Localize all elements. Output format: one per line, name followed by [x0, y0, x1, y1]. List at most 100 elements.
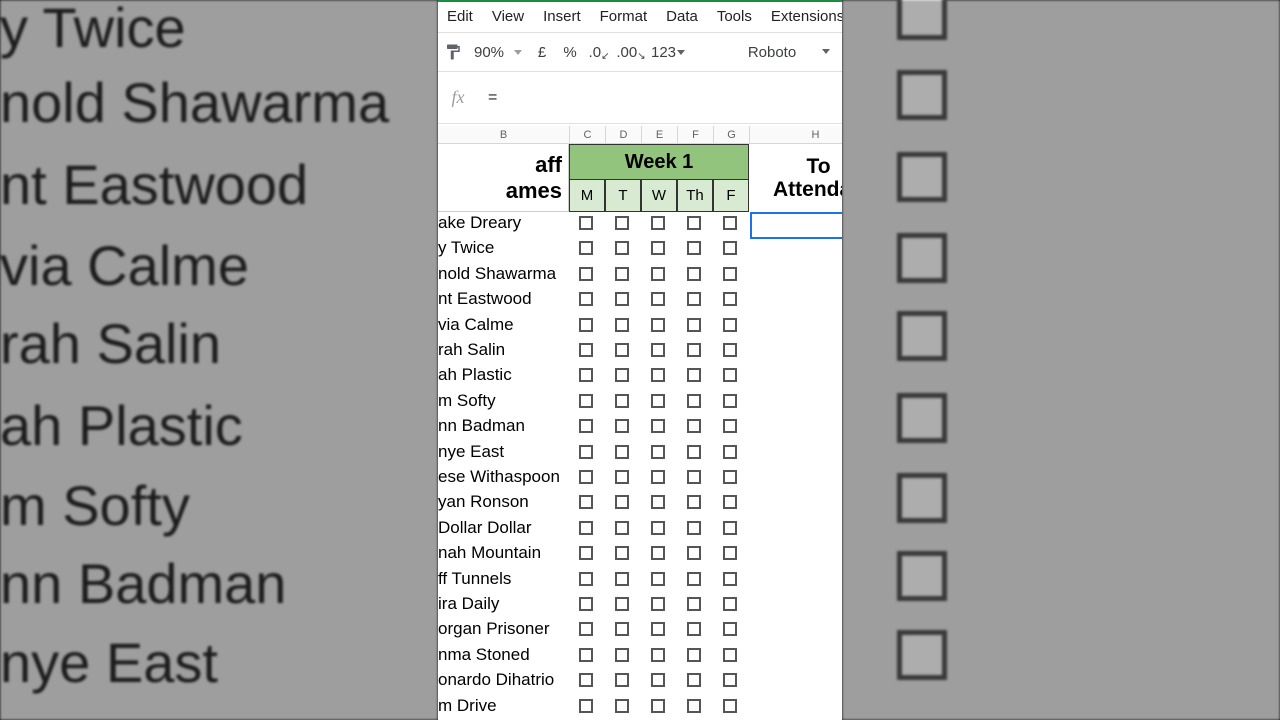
checkbox[interactable] — [687, 495, 701, 509]
checkbox[interactable] — [651, 318, 665, 332]
checkbox[interactable] — [615, 419, 629, 433]
menu-tools[interactable]: Tools — [708, 4, 762, 29]
checkbox[interactable] — [615, 394, 629, 408]
checkbox[interactable] — [579, 546, 593, 560]
checkbox[interactable] — [579, 597, 593, 611]
checkbox[interactable] — [615, 699, 629, 713]
col-header-D[interactable]: D — [606, 126, 642, 144]
checkbox[interactable] — [615, 470, 629, 484]
col-header-B[interactable]: B — [438, 126, 570, 144]
checkbox[interactable] — [723, 368, 737, 382]
checkbox[interactable] — [579, 495, 593, 509]
menu-view[interactable]: View — [483, 4, 534, 29]
checkbox[interactable] — [687, 521, 701, 535]
checkbox[interactable] — [687, 419, 701, 433]
checkbox[interactable] — [579, 368, 593, 382]
checkbox[interactable] — [579, 699, 593, 713]
checkbox[interactable] — [651, 368, 665, 382]
col-header-G[interactable]: G — [714, 126, 750, 144]
checkbox[interactable] — [651, 521, 665, 535]
menu-edit[interactable]: Edit — [438, 4, 483, 29]
checkbox[interactable] — [579, 648, 593, 662]
checkbox[interactable] — [615, 546, 629, 560]
name-cell[interactable]: nold Shawarma — [438, 264, 568, 284]
checkbox[interactable] — [651, 546, 665, 560]
checkbox[interactable] — [579, 318, 593, 332]
checkbox[interactable] — [579, 470, 593, 484]
checkbox[interactable] — [615, 673, 629, 687]
name-cell[interactable]: nah Mountain — [438, 543, 568, 563]
checkbox[interactable] — [615, 445, 629, 459]
name-cell[interactable]: ese Withaspoon — [438, 467, 568, 487]
checkbox[interactable] — [579, 292, 593, 306]
checkbox[interactable] — [687, 292, 701, 306]
font-dropdown[interactable]: Roboto — [688, 32, 842, 72]
checkbox[interactable] — [723, 343, 737, 357]
name-cell[interactable]: nma Stoned — [438, 645, 568, 665]
name-cell[interactable]: via Calme — [438, 315, 568, 335]
name-cell[interactable]: nn Badman — [438, 416, 568, 436]
col-header-F[interactable]: F — [678, 126, 714, 144]
checkbox[interactable] — [615, 495, 629, 509]
checkbox[interactable] — [723, 292, 737, 306]
checkbox[interactable] — [687, 216, 701, 230]
checkbox[interactable] — [687, 648, 701, 662]
name-cell[interactable]: onardo Dihatrio — [438, 670, 568, 690]
checkbox[interactable] — [615, 318, 629, 332]
checkbox[interactable] — [687, 622, 701, 636]
checkbox[interactable] — [723, 470, 737, 484]
increase-decimal-button[interactable]: .00↘ — [614, 32, 648, 72]
percent-button[interactable]: % — [556, 32, 584, 72]
checkbox[interactable] — [579, 673, 593, 687]
checkbox[interactable] — [579, 343, 593, 357]
menu-format[interactable]: Format — [591, 4, 658, 29]
checkbox[interactable] — [687, 368, 701, 382]
name-cell[interactable]: nye East — [438, 442, 568, 462]
checkbox[interactable] — [651, 673, 665, 687]
checkbox[interactable] — [615, 622, 629, 636]
checkbox[interactable] — [723, 648, 737, 662]
checkbox[interactable] — [687, 445, 701, 459]
col-header-E[interactable]: E — [642, 126, 678, 144]
checkbox[interactable] — [651, 394, 665, 408]
checkbox[interactable] — [615, 343, 629, 357]
checkbox[interactable] — [579, 216, 593, 230]
menu-extensions[interactable]: Extensions — [762, 4, 842, 29]
checkbox[interactable] — [615, 267, 629, 281]
checkbox[interactable] — [579, 241, 593, 255]
checkbox[interactable] — [579, 267, 593, 281]
checkbox[interactable] — [723, 241, 737, 255]
checkbox[interactable] — [651, 419, 665, 433]
menu-insert[interactable]: Insert — [534, 4, 591, 29]
checkbox[interactable] — [615, 292, 629, 306]
checkbox[interactable] — [687, 318, 701, 332]
checkbox[interactable] — [723, 597, 737, 611]
checkbox[interactable] — [579, 521, 593, 535]
checkbox[interactable] — [687, 241, 701, 255]
checkbox[interactable] — [579, 622, 593, 636]
checkbox[interactable] — [723, 394, 737, 408]
checkbox[interactable] — [723, 699, 737, 713]
name-cell[interactable]: ake Dreary — [438, 213, 568, 233]
checkbox[interactable] — [687, 597, 701, 611]
checkbox[interactable] — [615, 597, 629, 611]
checkbox[interactable] — [579, 394, 593, 408]
checkbox[interactable] — [651, 292, 665, 306]
name-cell[interactable]: rah Salin — [438, 340, 568, 360]
checkbox[interactable] — [723, 546, 737, 560]
name-cell[interactable]: ah Plastic — [438, 365, 568, 385]
paint-format-button[interactable] — [438, 32, 468, 72]
checkbox[interactable] — [615, 648, 629, 662]
currency-button[interactable]: £ — [528, 32, 556, 72]
name-cell[interactable]: organ Prisoner — [438, 619, 568, 639]
checkbox[interactable] — [723, 318, 737, 332]
checkbox[interactable] — [579, 445, 593, 459]
name-cell[interactable]: m Softy — [438, 391, 568, 411]
checkbox[interactable] — [723, 622, 737, 636]
checkbox[interactable] — [723, 445, 737, 459]
checkbox[interactable] — [651, 597, 665, 611]
checkbox[interactable] — [687, 572, 701, 586]
checkbox[interactable] — [651, 343, 665, 357]
name-cell[interactable]: nt Eastwood — [438, 289, 568, 309]
checkbox[interactable] — [687, 673, 701, 687]
